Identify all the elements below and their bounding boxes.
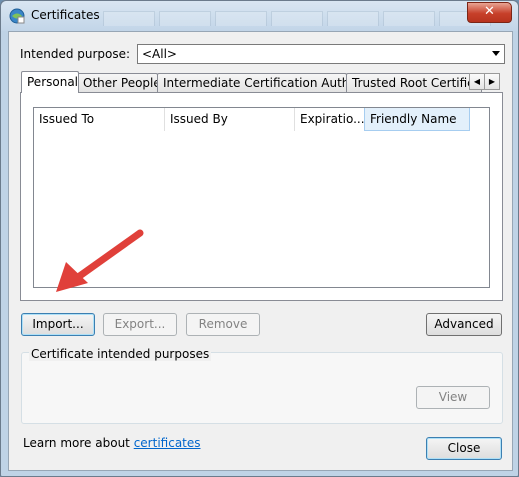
close-button[interactable]: Close [426,437,502,460]
view-button-label: View [438,390,468,404]
tab-intermediate-authorities[interactable]: Intermediate Certification Authorities [157,73,387,92]
learn-more-prefix: Learn more about [23,436,134,450]
column-header-friendly-name[interactable]: Friendly Name [364,108,470,131]
column-issued-by-label: Issued By [170,112,228,126]
intended-purposes-group-title: Certificate intended purposes [29,347,212,361]
window-title: Certificates [31,8,100,22]
export-button-label: Export... [114,317,166,331]
remove-button[interactable]: Remove [186,313,260,336]
tab-other-people[interactable]: Other People [77,73,161,92]
close-icon: ✕ [484,4,495,19]
advanced-button-label: Advanced [434,317,494,331]
view-button[interactable]: View [416,386,490,409]
export-button[interactable]: Export... [103,313,177,336]
tab-scroll-right-button[interactable]: ▶ [484,73,500,90]
intended-purpose-value: <All> [142,47,177,61]
window-close-button[interactable]: ✕ [467,2,512,23]
intended-purpose-label: Intended purpose: [20,47,131,61]
arrow-right-icon: ▶ [488,77,496,86]
intended-purpose-dropdown[interactable]: <All> [137,44,505,64]
column-issued-to-label: Issued To [39,112,95,126]
tab-scroll-left-button[interactable]: ◀ [469,73,485,90]
advanced-button[interactable]: Advanced [426,313,502,336]
tab-personal-label: Personal [27,75,79,89]
background-window-tabs [103,11,495,31]
column-expiration-label: Expiratio... [300,112,365,126]
learn-more-text: Learn more about certificates [23,436,201,450]
tab-trusted-root-label: Trusted Root Certification [352,76,481,90]
chevron-down-icon [492,51,500,56]
certificate-list[interactable]: Issued To Issued By Expiratio... Friendl… [33,107,490,288]
tab-trusted-root[interactable]: Trusted Root Certification [346,73,482,92]
certificates-link[interactable]: certificates [134,436,201,450]
import-button-label: Import... [32,317,84,331]
column-header-expiration[interactable]: Expiratio... [295,108,365,131]
tab-personal[interactable]: Personal [21,71,79,93]
tab-other-people-label: Other People [83,76,161,90]
arrow-left-icon: ◀ [473,77,481,86]
certificate-store-tabs: Personal Other People Intermediate Certi… [21,71,500,93]
dialog-client-area: Intended purpose: <All> Personal Other P… [8,31,513,471]
remove-button-label: Remove [198,317,248,331]
certificates-window: Certificates ✕ Intended purpose: <All> P… [0,0,519,477]
certificate-app-icon [9,8,25,24]
import-button[interactable]: Import... [21,313,95,336]
tab-panel-personal: Issued To Issued By Expiratio... Friendl… [20,92,503,301]
column-friendly-name-label: Friendly Name [370,112,457,126]
column-header-issued-to[interactable]: Issued To [34,108,165,131]
close-button-label: Close [447,441,481,455]
column-header-issued-by[interactable]: Issued By [165,108,295,131]
title-bar[interactable]: Certificates ✕ [1,1,518,31]
